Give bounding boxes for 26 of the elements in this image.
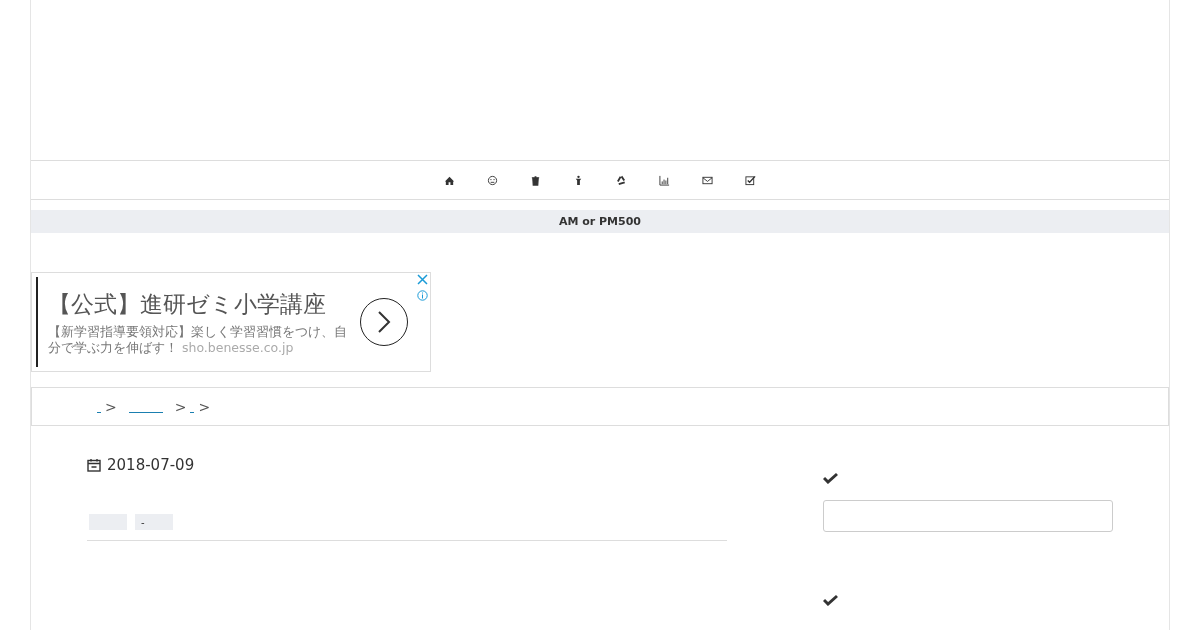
close-icon[interactable] [417, 274, 428, 285]
ad-headline: 【公式】進研ゼミ小学講座 [48, 289, 327, 319]
post-date: 2018-07-09 [107, 456, 195, 474]
chart-icon[interactable] [659, 174, 670, 186]
tag[interactable]: - [135, 514, 173, 530]
breadcrumb-separator: > [174, 398, 187, 415]
breadcrumb-separator: > [198, 398, 211, 415]
trash-icon[interactable] [530, 174, 541, 186]
breadcrumb-separator: > [105, 398, 117, 415]
checkbox-icon[interactable] [745, 174, 756, 186]
ad-banner[interactable]: 【公式】進研ゼミ小学講座 【新学習指導要領対応】楽しく学習習慣をつけ、自分で学ぶ力を伸ばす！ sho.benesse.co.jp [31, 272, 431, 372]
mail-icon[interactable] [702, 174, 713, 186]
breadcrumb-link[interactable] [128, 410, 163, 413]
ad-description: 【新学習指導要領対応】楽しく学習習慣をつけ、自分で学ぶ力を伸ばす！ sho.benesse.co.jp [48, 323, 348, 356]
checkmark-icon [823, 594, 838, 606]
calendar-icon [87, 458, 101, 472]
breadcrumb-link[interactable] [97, 410, 101, 413]
face-icon[interactable] [487, 174, 498, 186]
search-field[interactable] [823, 500, 1113, 532]
info-icon[interactable] [417, 290, 428, 301]
page-title: AM or PM500 [31, 210, 1169, 233]
checkmark-icon [823, 472, 838, 484]
breadcrumb-link[interactable] [190, 410, 195, 413]
person-icon[interactable] [573, 174, 584, 186]
chevron-icon [377, 310, 391, 334]
home-icon[interactable] [444, 174, 455, 186]
